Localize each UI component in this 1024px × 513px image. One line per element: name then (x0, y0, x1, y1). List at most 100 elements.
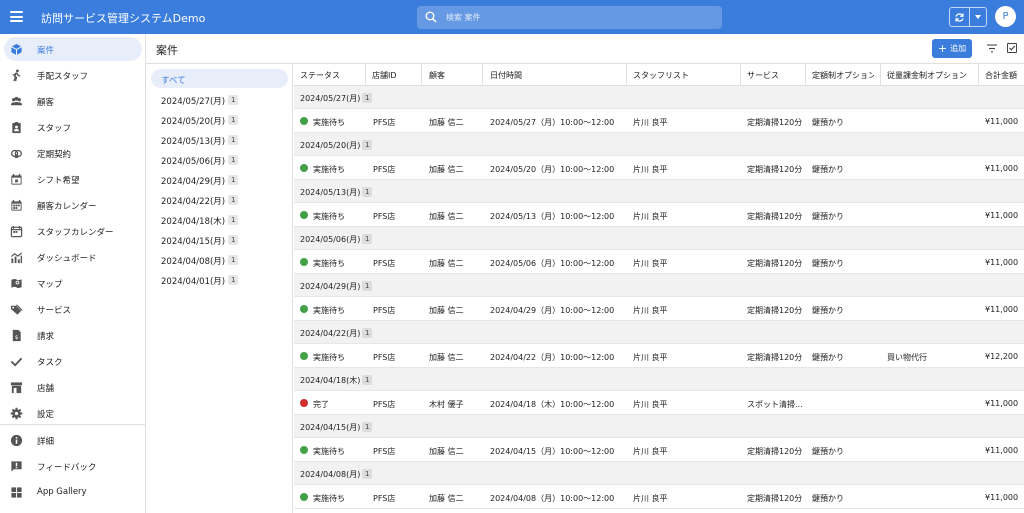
cell-fixed-option: 鍵預かり (812, 306, 844, 315)
sidebar-item-app-gallery[interactable]: App Gallery (4, 480, 142, 504)
column-header-service[interactable]: サービス (747, 70, 779, 81)
filter-icon[interactable] (987, 44, 997, 53)
table-row[interactable]: 実施待ち PFS店 加藤 信二 2024/04/08（月）10:00〜12:00 片川 … (294, 485, 1024, 509)
group-label: 2024/05/06(月) (161, 157, 226, 167)
id-badge-icon (12, 121, 21, 134)
sidebar-item-customers[interactable]: 顧客 (4, 89, 142, 113)
sidebar-item-settings[interactable]: 設定 (4, 401, 142, 425)
cell-customer: 加藤 信二 (429, 118, 464, 127)
cell-status: 実施待ち (313, 212, 345, 221)
sync-button[interactable] (950, 8, 969, 26)
sidebar-item-staff[interactable]: スタッフ (4, 115, 142, 139)
column-divider[interactable] (626, 64, 627, 86)
column-divider[interactable] (740, 64, 741, 86)
sidebar-item-stores[interactable]: 店舗 (4, 375, 142, 399)
group-item[interactable]: 2024/05/13(月) 1 (151, 130, 288, 149)
column-header-datetime[interactable]: 日付時間 (490, 70, 522, 81)
column-header-store-id[interactable]: 店舗ID (372, 70, 397, 81)
table-row[interactable]: 完了 PFS店 木村 優子 2024/04/18（木）10:00〜12:00 片川 良平… (294, 391, 1024, 415)
search-bar[interactable] (417, 6, 722, 29)
column-divider[interactable] (978, 64, 979, 86)
column-header-metered-option[interactable]: 従量課金制オプション (887, 70, 975, 81)
column-header-status[interactable]: ステータス (300, 70, 340, 81)
cases-table: ステータス 店舗ID 顧客 日付時間 スタッフリスト サービス 定額制オプション… (294, 64, 1024, 513)
group-label: 2024/04/29(月) (161, 177, 226, 187)
sidebar-item-customer-calendar[interactable]: 顧客カレンダー (4, 193, 142, 217)
cell-customer: 加藤 信二 (429, 447, 464, 456)
group-row[interactable]: 2024/04/22(月) 1 (294, 321, 1024, 344)
column-header-total[interactable]: 合計金額 (985, 70, 1017, 81)
sidebar-item-staff-calendar[interactable]: スタッフカレンダー (4, 219, 142, 243)
group-row[interactable]: 2024/04/08(月) 1 (294, 462, 1024, 485)
app-title: 訪問サービス管理システムDemo (41, 12, 206, 25)
group-label: 2024/04/08(月) (161, 257, 226, 267)
group-item[interactable]: 2024/05/20(月) 1 (151, 110, 288, 129)
column-divider[interactable] (482, 64, 483, 86)
group-item[interactable]: 2024/04/29(月) 1 (151, 170, 288, 189)
group-row[interactable]: 2024/05/06(月) 1 (294, 227, 1024, 250)
group-row[interactable]: 2024/05/13(月) 1 (294, 180, 1024, 203)
sidebar-item-tasks[interactable]: タスク (4, 349, 142, 373)
group-item[interactable]: 2024/04/18(木) 1 (151, 210, 288, 229)
sidebar-item-cases[interactable]: 案件 (4, 37, 142, 61)
group-count-badge: 1 (228, 175, 239, 185)
cell-store-id: PFS店 (373, 353, 396, 362)
sidebar-item-billing[interactable]: $ 請求 (4, 323, 142, 347)
sidebar-item-services[interactable]: サービス (4, 297, 142, 321)
group-count-badge: 1 (362, 234, 373, 244)
group-item[interactable]: 2024/05/27(月) 1 (151, 90, 288, 109)
column-divider[interactable] (365, 64, 366, 86)
sidebar-item-assigned-staff[interactable]: 手配スタッフ (4, 63, 142, 87)
group-count-badge: 1 (362, 140, 373, 150)
table-row[interactable]: 実施待ち PFS店 加藤 信二 2024/05/27（月）10:00〜12:00 片川 … (294, 109, 1024, 133)
column-header-staff-list[interactable]: スタッフリスト (633, 70, 689, 81)
sidebar-item-shift-requests[interactable]: シフト希望 (4, 167, 142, 191)
column-header-customer[interactable]: 顧客 (429, 70, 445, 81)
search-input[interactable] (446, 10, 706, 25)
group-count-badge: 1 (362, 281, 373, 291)
add-button[interactable]: + 追加 (932, 39, 972, 58)
sidebar-item-recurring-contracts[interactable]: 定期契約 (4, 141, 142, 165)
group-item[interactable]: 2024/04/01(月) 1 (151, 270, 288, 289)
table-row[interactable]: 実施待ち PFS店 加藤 信二 2024/04/29（月）10:00〜12:00 片川 … (294, 297, 1024, 321)
group-item[interactable]: 2024/05/06(月) 1 (151, 150, 288, 169)
table-row[interactable]: 実施待ち PFS店 加藤 信二 2024/05/06（月）10:00〜12:00 片川 … (294, 250, 1024, 274)
table-row[interactable]: 実施待ち PFS店 加藤 信二 2024/04/15（月）10:00〜12:00 片川 … (294, 438, 1024, 462)
plus-icon: + (937, 41, 948, 55)
group-row[interactable]: 2024/05/20(月) 1 (294, 133, 1024, 156)
group-row-label: 2024/04/29(月) (300, 282, 361, 291)
cell-status: 実施待ち (313, 306, 345, 315)
group-row[interactable]: 2024/04/15(月) 1 (294, 415, 1024, 438)
sidebar-item-label: サービス (37, 306, 72, 316)
sidebar-item-details[interactable]: 詳細 (4, 428, 142, 452)
table-row[interactable]: 実施待ち PFS店 加藤 信二 2024/04/22（月）10:00〜12:00 片川 … (294, 344, 1024, 368)
cell-fixed-option: 鍵預かり (812, 165, 844, 174)
column-divider[interactable] (421, 64, 422, 86)
cell-service: 定期清掃120分 (747, 165, 803, 174)
sidebar-item-map[interactable]: マップ (4, 271, 142, 295)
cell-fixed-option: 鍵預かり (812, 447, 844, 456)
group-row[interactable]: 2024/05/27(月) 1 (294, 86, 1024, 109)
cell-customer: 加藤 信二 (429, 212, 464, 221)
column-divider[interactable] (805, 64, 806, 86)
group-item[interactable]: 2024/04/22(月) 1 (151, 190, 288, 209)
cell-staff: 片川 良平 (633, 306, 668, 315)
sync-dropdown-button[interactable] (969, 8, 986, 26)
group-row[interactable]: 2024/04/18(木) 1 (294, 368, 1024, 391)
menu-icon[interactable] (10, 11, 23, 22)
sidebar-item-label: タスク (37, 358, 63, 368)
cell-metered-option: 買い物代行 (887, 353, 927, 362)
group-item-all[interactable]: すべて (151, 69, 288, 88)
column-divider[interactable] (880, 64, 881, 86)
avatar[interactable]: P (995, 6, 1016, 27)
group-row[interactable]: 2024/04/29(月) 1 (294, 274, 1024, 297)
group-item[interactable]: 2024/04/08(月) 1 (151, 250, 288, 269)
table-row[interactable]: 実施待ち PFS店 加藤 信二 2024/05/13（月）10:00〜12:00 片川 … (294, 203, 1024, 227)
store-icon (10, 382, 23, 394)
column-header-fixed-option[interactable]: 定額制オプション (812, 70, 874, 81)
table-row[interactable]: 実施待ち PFS店 加藤 信二 2024/05/20（月）10:00〜12:00 片川 … (294, 156, 1024, 180)
sidebar-item-dashboard[interactable]: ダッシュボード (4, 245, 142, 269)
sidebar-item-feedback[interactable]: フィードバック (4, 454, 142, 478)
group-item[interactable]: 2024/04/15(月) 1 (151, 230, 288, 249)
select-checkbox-icon[interactable] (1007, 43, 1017, 53)
